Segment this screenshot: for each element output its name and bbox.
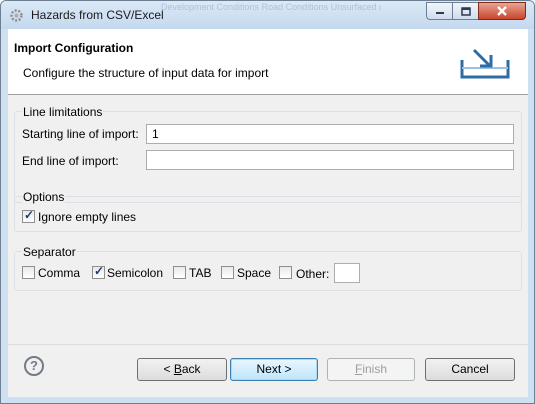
back-button-mnemonic: B [173, 362, 182, 376]
space-checkbox[interactable] [221, 266, 234, 279]
help-icon[interactable]: ? [24, 356, 44, 376]
minimize-icon [435, 12, 444, 14]
end-line-input[interactable] [146, 150, 514, 170]
starting-line-input[interactable]: 1 [146, 124, 514, 144]
maximize-icon [460, 6, 471, 16]
footer-divider [8, 344, 528, 345]
line-limitations-title: Line limitations [22, 105, 104, 119]
back-button-prefix: < [163, 362, 174, 376]
dialog-body: Import Configuration Configure the struc… [8, 29, 528, 397]
close-button[interactable] [478, 2, 526, 20]
background-window-ghost-text: Development Conditions Road Conditions U… [161, 2, 381, 12]
import-wizard-window: Hazards from CSV/Excel Development Condi… [0, 0, 535, 404]
wizard-header: Import Configuration Configure the struc… [8, 29, 528, 95]
separator-title: Separator [22, 245, 77, 259]
finish-button-label: inish [362, 362, 388, 376]
gear-icon [10, 9, 23, 22]
finish-button[interactable]: Finish [327, 358, 415, 381]
tab-label[interactable]: TAB [189, 266, 211, 280]
other-separator-input[interactable] [334, 263, 360, 283]
other-label[interactable]: Other: [296, 267, 329, 281]
page-description: Configure the structure of input data fo… [23, 66, 269, 80]
space-label[interactable]: Space [237, 266, 271, 280]
next-button[interactable]: Next > [230, 358, 318, 381]
maximize-button[interactable] [452, 2, 479, 20]
other-checkbox[interactable] [279, 266, 292, 279]
back-button[interactable]: < Back [137, 358, 227, 381]
minimize-button[interactable] [426, 2, 453, 20]
import-tray-icon [460, 48, 510, 79]
comma-label[interactable]: Comma [38, 266, 80, 280]
ignore-empty-lines-checkbox[interactable] [22, 208, 35, 223]
end-line-label: End line of import: [22, 154, 119, 168]
back-button-label: ack [181, 362, 201, 376]
semicolon-checkbox[interactable] [92, 264, 105, 279]
ignore-empty-lines-label[interactable]: Ignore empty lines [38, 210, 136, 224]
options-title: Options [22, 190, 66, 204]
comma-checkbox[interactable] [22, 266, 35, 279]
close-icon [497, 6, 507, 16]
title-bar[interactable]: Hazards from CSV/Excel Development Condi… [1, 1, 534, 29]
page-title: Import Configuration [14, 41, 134, 55]
cancel-button[interactable]: Cancel [425, 358, 515, 381]
tab-checkbox[interactable] [173, 266, 186, 279]
semicolon-label[interactable]: Semicolon [107, 266, 163, 280]
starting-line-label: Starting line of import: [22, 127, 139, 141]
window-title: Hazards from CSV/Excel [31, 8, 164, 22]
